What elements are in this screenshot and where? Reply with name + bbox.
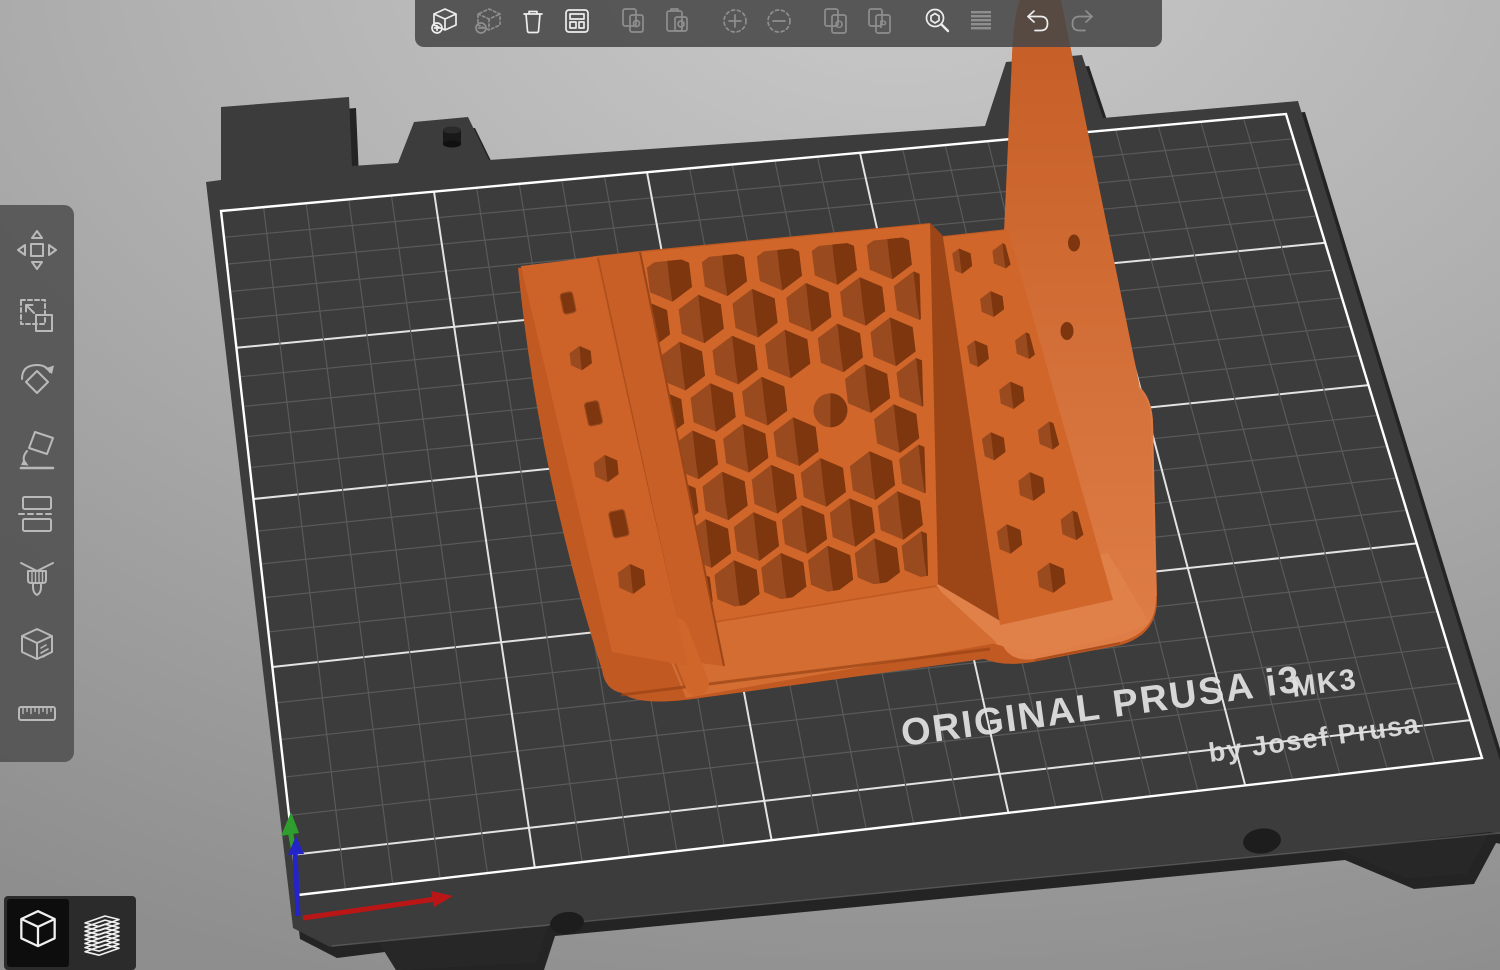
gizmo-move[interactable]	[11, 227, 63, 279]
top-toolbar: O P	[415, 0, 1162, 47]
search-icon	[921, 5, 953, 42]
layer-stack-icon	[79, 905, 125, 962]
scale-gizmo-icon	[13, 292, 61, 345]
gizmo-measure[interactable]	[11, 688, 63, 740]
toolbar-search[interactable]	[915, 3, 959, 45]
toolbar-split-to-objects[interactable]: O	[814, 3, 858, 45]
toolbar-variable-layer-height[interactable]	[959, 3, 1003, 45]
seam-cube-icon	[13, 622, 61, 675]
svg-text:P: P	[879, 19, 886, 31]
instance-plus-icon	[719, 5, 751, 42]
gizmo-place-on-face[interactable]	[11, 425, 63, 477]
gizmo-rotate[interactable]	[11, 359, 63, 411]
gizmo-scale[interactable]	[11, 293, 63, 345]
toolbar-delete[interactable]	[467, 3, 511, 45]
gizmo-toolbar	[0, 205, 74, 762]
model-honeycomb-bracket[interactable]	[518, 0, 1157, 702]
flatten-gizmo-icon	[13, 424, 61, 477]
cube-minus-icon	[473, 5, 505, 42]
toolbar-add-instance[interactable]	[713, 3, 757, 45]
copy-icon	[618, 5, 650, 42]
ruler-icon	[13, 688, 61, 741]
instance-minus-icon	[763, 5, 795, 42]
rotate-gizmo-icon	[13, 358, 61, 411]
layer-bars-icon	[965, 5, 997, 42]
toolbar-separator	[1003, 0, 1016, 47]
view-toggle-3d-editor[interactable]	[7, 899, 69, 967]
undo-arrow-icon	[1022, 5, 1054, 42]
split-objects-icon: O	[820, 5, 852, 42]
svg-text:O: O	[835, 19, 844, 31]
viewport-3d[interactable]: ORIGINAL PRUSA i3 MK3 by Josef Prusa	[0, 0, 1500, 970]
toolbar-remove-instance[interactable]	[757, 3, 801, 45]
split-parts-icon: P	[864, 5, 896, 42]
gizmo-cut[interactable]	[11, 490, 63, 542]
toolbar-separator	[599, 0, 612, 47]
toolbar-copy[interactable]	[612, 3, 656, 45]
redo-arrow-icon	[1066, 5, 1098, 42]
arrange-grid-icon	[561, 5, 593, 42]
toolbar-arrange[interactable]	[555, 3, 599, 45]
cube-3d-icon	[15, 906, 61, 961]
toolbar-separator	[700, 0, 713, 47]
cut-gizmo-icon	[13, 490, 61, 543]
view-toggle-layers-preview[interactable]	[71, 899, 133, 967]
toolbar-split-to-parts[interactable]: P	[858, 3, 902, 45]
brush-gizmo-icon	[13, 556, 61, 609]
toolbar-separator	[902, 0, 915, 47]
toolbar-separator	[801, 0, 814, 47]
move-gizmo-icon	[13, 226, 61, 279]
toolbar-redo[interactable]	[1060, 3, 1104, 45]
toolbar-paste[interactable]	[656, 3, 700, 45]
cube-plus-icon	[429, 5, 461, 42]
toolbar-add[interactable]	[423, 3, 467, 45]
view-mode-toggles	[4, 896, 136, 970]
toolbar-undo[interactable]	[1016, 3, 1060, 45]
gizmo-seam-painting[interactable]	[11, 622, 63, 674]
trash-icon	[517, 5, 549, 42]
toolbar-delete-all[interactable]	[511, 3, 555, 45]
gizmo-paint-supports[interactable]	[11, 556, 63, 608]
paste-icon	[662, 5, 694, 42]
